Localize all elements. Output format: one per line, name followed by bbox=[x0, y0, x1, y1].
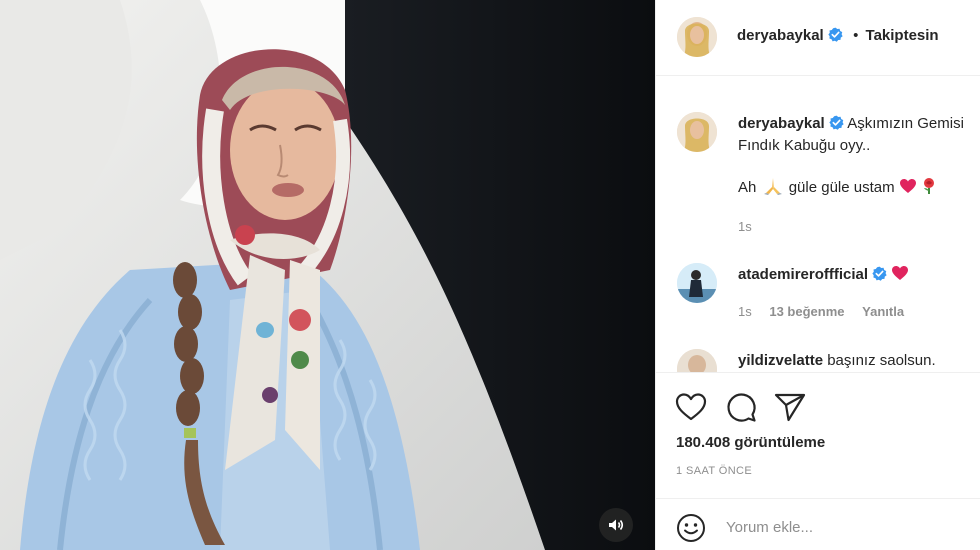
post-header: deryabaykal • Takiptesin bbox=[656, 0, 980, 76]
commenter-avatar[interactable] bbox=[677, 349, 717, 372]
caption-line-1: deryabaykal Aşkımızın Gemisi bbox=[738, 113, 964, 135]
speaker-icon bbox=[609, 519, 624, 531]
red-heart-icon bbox=[892, 266, 909, 280]
emoji-smiley-icon[interactable] bbox=[676, 513, 706, 543]
following-status[interactable]: Takiptesin bbox=[866, 27, 939, 44]
verified-badge-icon bbox=[828, 27, 843, 42]
post-actions: 180.408 görüntüleme 1 SAAT ÖNCE bbox=[656, 372, 980, 498]
comment-input[interactable] bbox=[724, 511, 968, 543]
post-video[interactable] bbox=[0, 0, 655, 550]
verified-badge-icon bbox=[829, 115, 844, 130]
header-separator: • bbox=[853, 27, 859, 44]
caption-author-avatar[interactable] bbox=[677, 112, 717, 152]
comment-bubble-icon[interactable] bbox=[724, 390, 758, 424]
comments-list[interactable]: deryabaykal Aşkımızın Gemisi Fındık Kabu… bbox=[656, 76, 980, 372]
caption-author-username[interactable]: deryabaykal bbox=[738, 115, 825, 132]
verified-badge-icon bbox=[872, 266, 887, 281]
caption-text-1: Aşkımızın Gemisi bbox=[847, 115, 964, 132]
red-heart-icon bbox=[899, 179, 916, 193]
post-side-panel: deryabaykal • Takiptesin deryabaykal Aşk… bbox=[655, 0, 980, 550]
author-username[interactable]: deryabaykal bbox=[737, 27, 824, 44]
reply-button[interactable]: Yanıtla bbox=[862, 304, 904, 319]
add-comment-bar bbox=[656, 498, 980, 550]
comment-line: yildizvelatte başınız saolsun. bbox=[738, 350, 936, 372]
caption-timestamp[interactable]: 1s bbox=[738, 219, 752, 234]
caption-meta: 1s bbox=[738, 219, 766, 234]
commenter-username[interactable]: atademireroffficial bbox=[738, 266, 868, 283]
share-paper-plane-icon[interactable] bbox=[773, 390, 807, 424]
commenter-username[interactable]: yildizvelatte bbox=[738, 352, 823, 369]
caption-text-3b: güle güle ustam bbox=[788, 179, 895, 196]
caption-text-3a: Ah bbox=[738, 179, 757, 196]
comment-likes[interactable]: 13 beğenme bbox=[769, 304, 844, 319]
praying-hands-icon bbox=[763, 178, 782, 195]
video-frame bbox=[0, 0, 655, 550]
commenter-avatar[interactable] bbox=[677, 263, 717, 303]
comment-timestamp[interactable]: 1s bbox=[738, 304, 752, 319]
comment-meta: 1s 13 beğenme Yanıtla bbox=[738, 304, 918, 319]
caption-text-2: Fındık Kabuğu oyy.. bbox=[738, 137, 871, 154]
post-timestamp[interactable]: 1 SAAT ÖNCE bbox=[676, 465, 752, 477]
view-count[interactable]: 180.408 görüntüleme bbox=[676, 434, 825, 451]
header-line: deryabaykal • Takiptesin bbox=[737, 27, 939, 44]
author-avatar[interactable] bbox=[677, 17, 717, 57]
rose-icon bbox=[923, 178, 934, 194]
comment-text: başınız saolsun. bbox=[827, 352, 936, 369]
comment-line: atademireroffficial bbox=[738, 264, 909, 286]
audio-toggle-button[interactable] bbox=[599, 508, 633, 542]
like-heart-icon[interactable] bbox=[674, 390, 708, 424]
caption-line-3: Ah güle güle ustam bbox=[738, 177, 937, 199]
